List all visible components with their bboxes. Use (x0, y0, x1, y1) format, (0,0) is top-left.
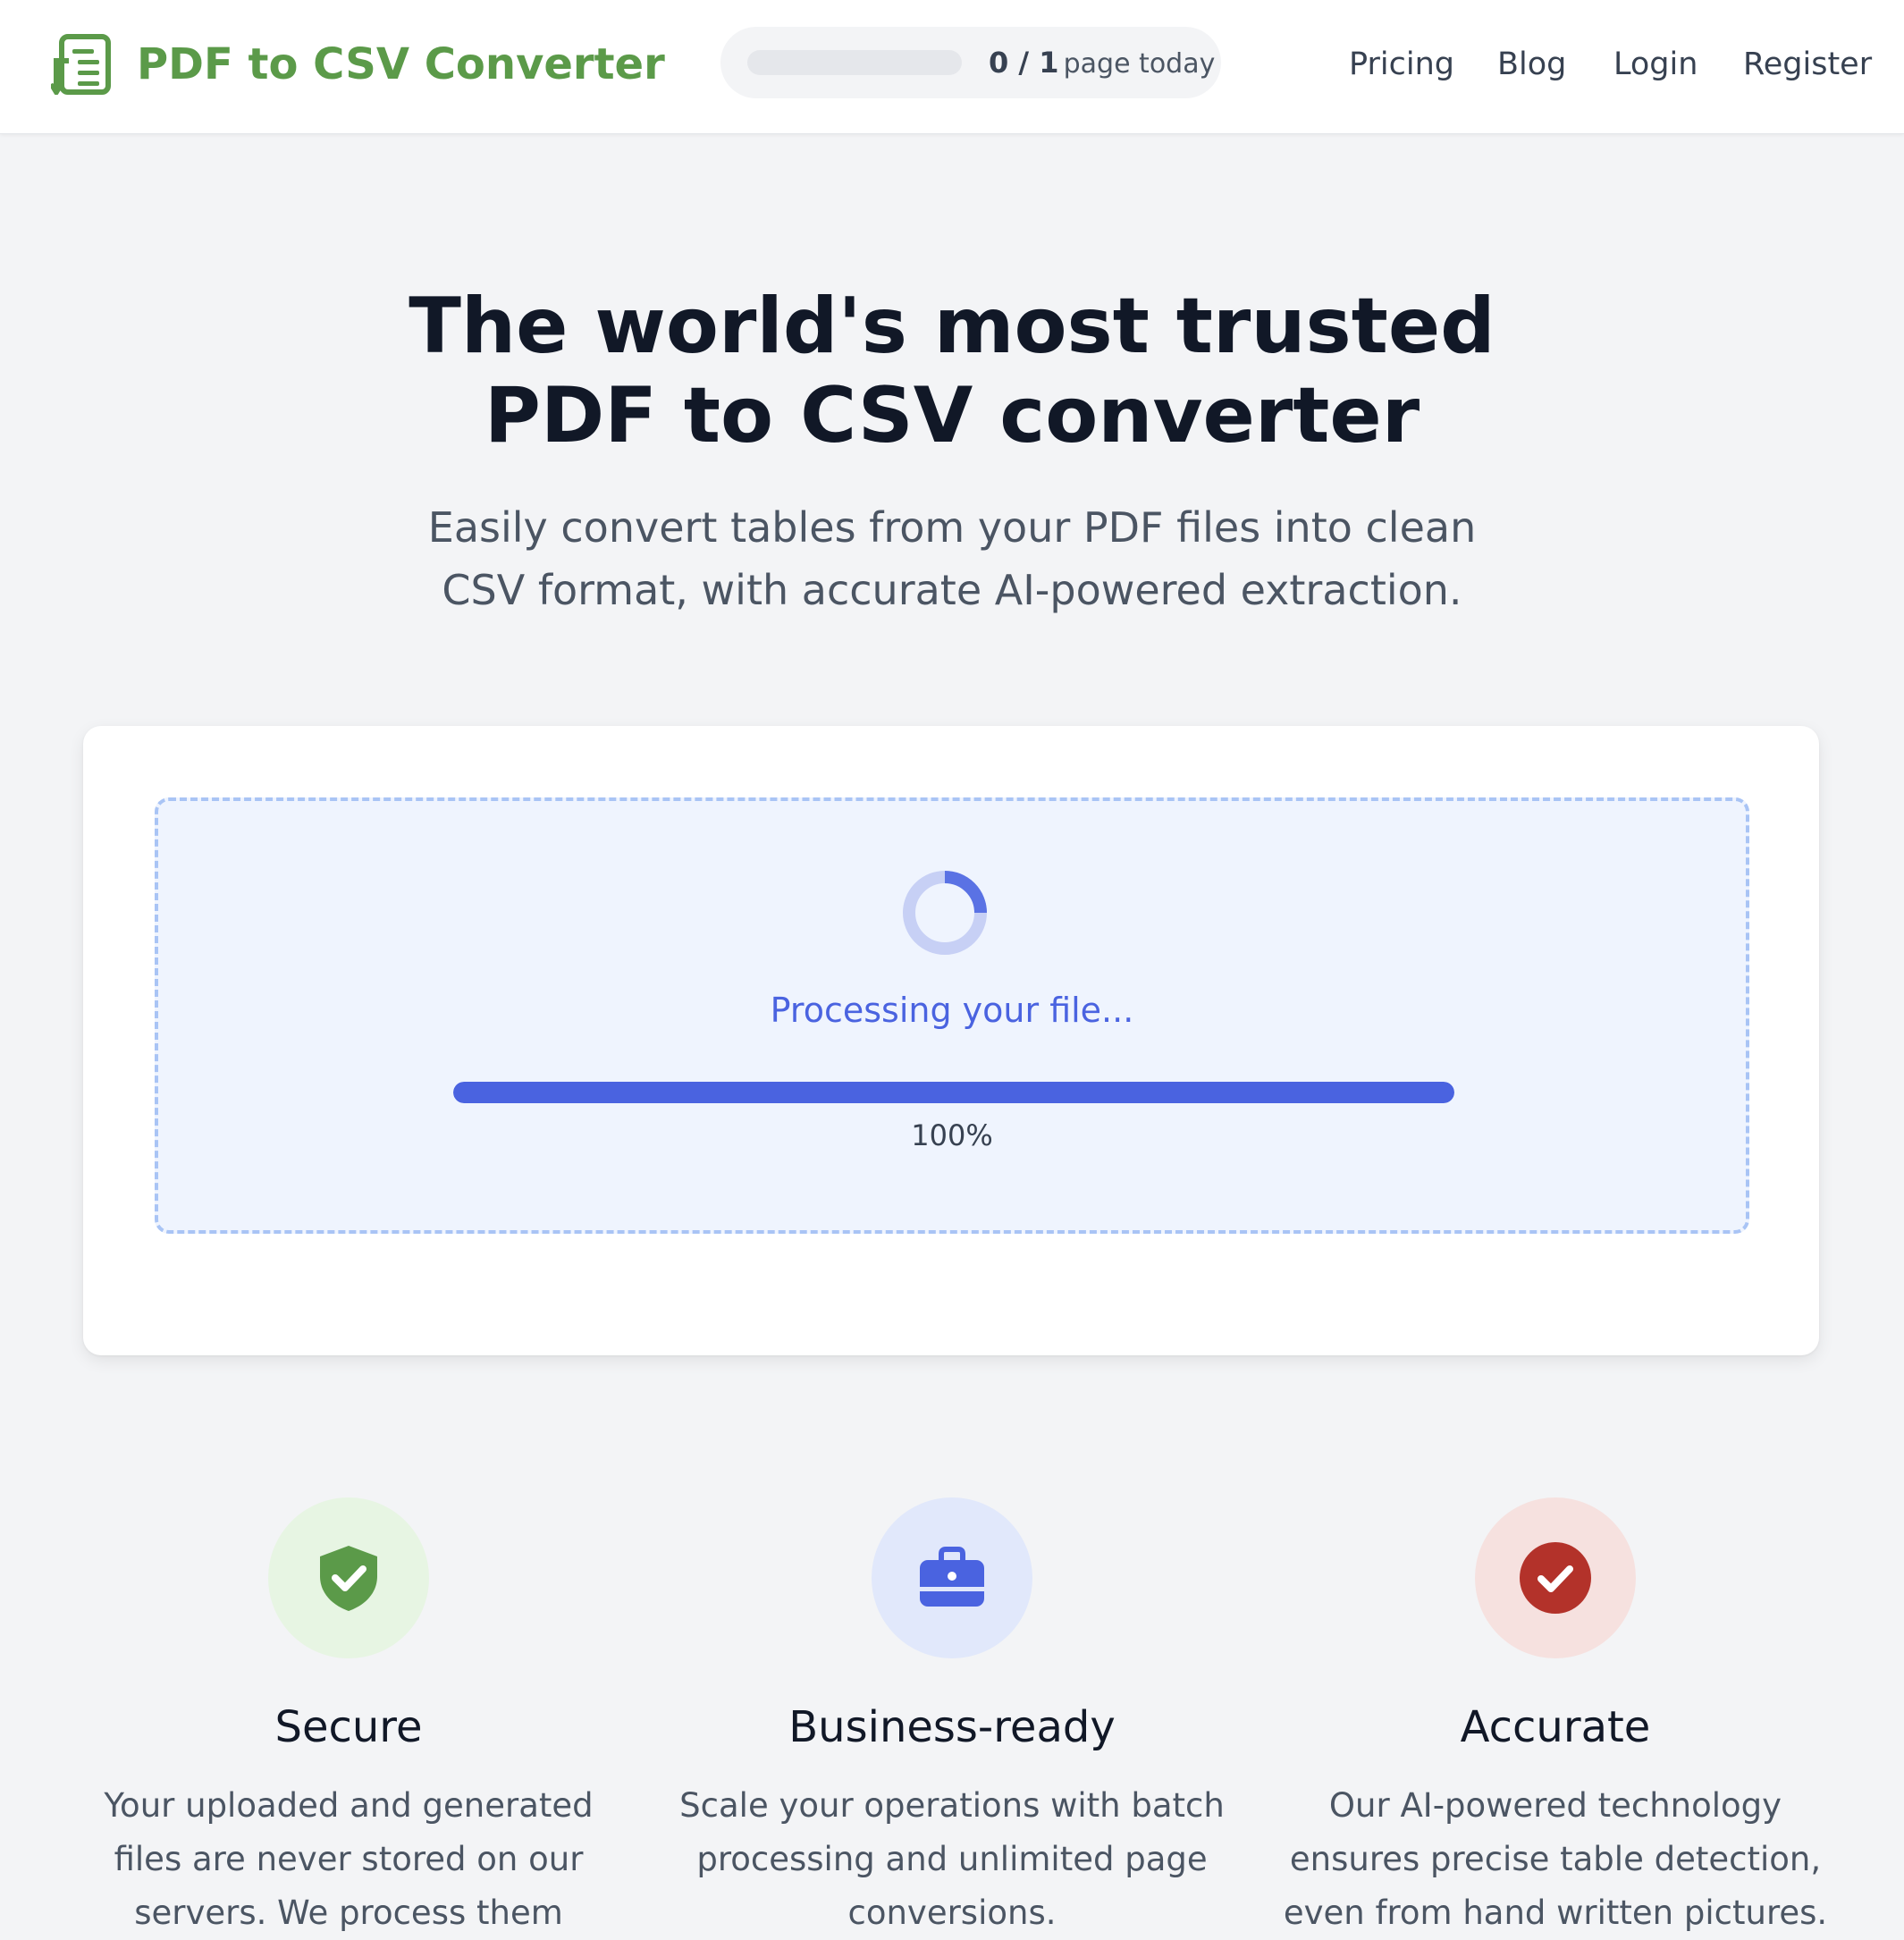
loading-spinner-icon (903, 871, 987, 955)
feature-accurate-badge (1475, 1497, 1636, 1658)
feature-title: Accurate (1460, 1702, 1651, 1752)
page-title-line-2: PDF to CSV converter (484, 371, 1420, 460)
feature-description-line: conversions. (847, 1894, 1057, 1932)
nav-link-blog[interactable]: Blog (1497, 43, 1566, 86)
feature-description-line: ensures precise table detection, (1289, 1840, 1822, 1878)
nav-link-login[interactable]: Login (1613, 43, 1698, 86)
daily-usage-meter: 0 / 1 page today (720, 27, 1221, 98)
conversion-progress-fill (453, 1082, 1454, 1103)
progress-percent-label: 100% (911, 1118, 993, 1152)
usage-progress-track (747, 50, 962, 75)
feature-business-badge (872, 1497, 1032, 1658)
feature-description: Our AI-powered technology ensures precis… (1278, 1779, 1832, 1940)
feature-description-line: processing and unlimited page (696, 1840, 1208, 1878)
feature-secure-badge (268, 1497, 429, 1658)
feature-description-line: even from hand written pictures. (1283, 1894, 1828, 1932)
nav-link-register[interactable]: Register (1743, 43, 1872, 86)
feature-title: Business-ready (788, 1702, 1116, 1752)
page-title-line-1: The world's most trusted (409, 282, 1495, 371)
page-subtitle-line-1: Easily convert tables from your PDF file… (427, 503, 1477, 552)
page-subtitle-line-2: CSV format, with accurate AI-powered ext… (442, 566, 1462, 614)
feature-description: Scale your operations with batch process… (675, 1779, 1229, 1940)
document-convert-icon[interactable] (51, 34, 112, 95)
upload-card: Processing your file... 100% (83, 726, 1819, 1355)
usage-unit: page today (1063, 48, 1216, 80)
feature-description-line: servers. We process them (134, 1894, 563, 1932)
usage-text: 0 / 1 page today (989, 43, 1215, 88)
feature-description-line: Scale your operations with batch (679, 1786, 1225, 1825)
conversion-progress-track (453, 1082, 1454, 1103)
briefcase-icon (920, 1547, 984, 1607)
file-dropzone[interactable]: Processing your file... 100% (155, 797, 1749, 1234)
feature-description-line: files are never stored on our (114, 1840, 584, 1878)
feature-description-line: Our AI-powered technology (1328, 1786, 1782, 1825)
feature-description-line: Your uploaded and generated (104, 1786, 594, 1825)
shield-check-icon (320, 1546, 377, 1611)
page-subtitle: Easily convert tables from your PDF file… (326, 496, 1578, 621)
nav-link-pricing[interactable]: Pricing (1349, 43, 1454, 86)
check-circle-icon (1520, 1542, 1591, 1614)
processing-status: Processing your file... (770, 991, 1134, 1030)
brand-name[interactable]: PDF to CSV Converter (137, 36, 665, 93)
feature-title: Secure (274, 1702, 423, 1752)
usage-count: 0 / 1 (989, 46, 1059, 80)
feature-description: Your uploaded and generated files are ne… (72, 1779, 626, 1940)
top-navbar: PDF to CSV Converter 0 / 1 page today Pr… (0, 0, 1904, 134)
page-title: The world's most trusted PDF to CSV conv… (326, 282, 1578, 460)
